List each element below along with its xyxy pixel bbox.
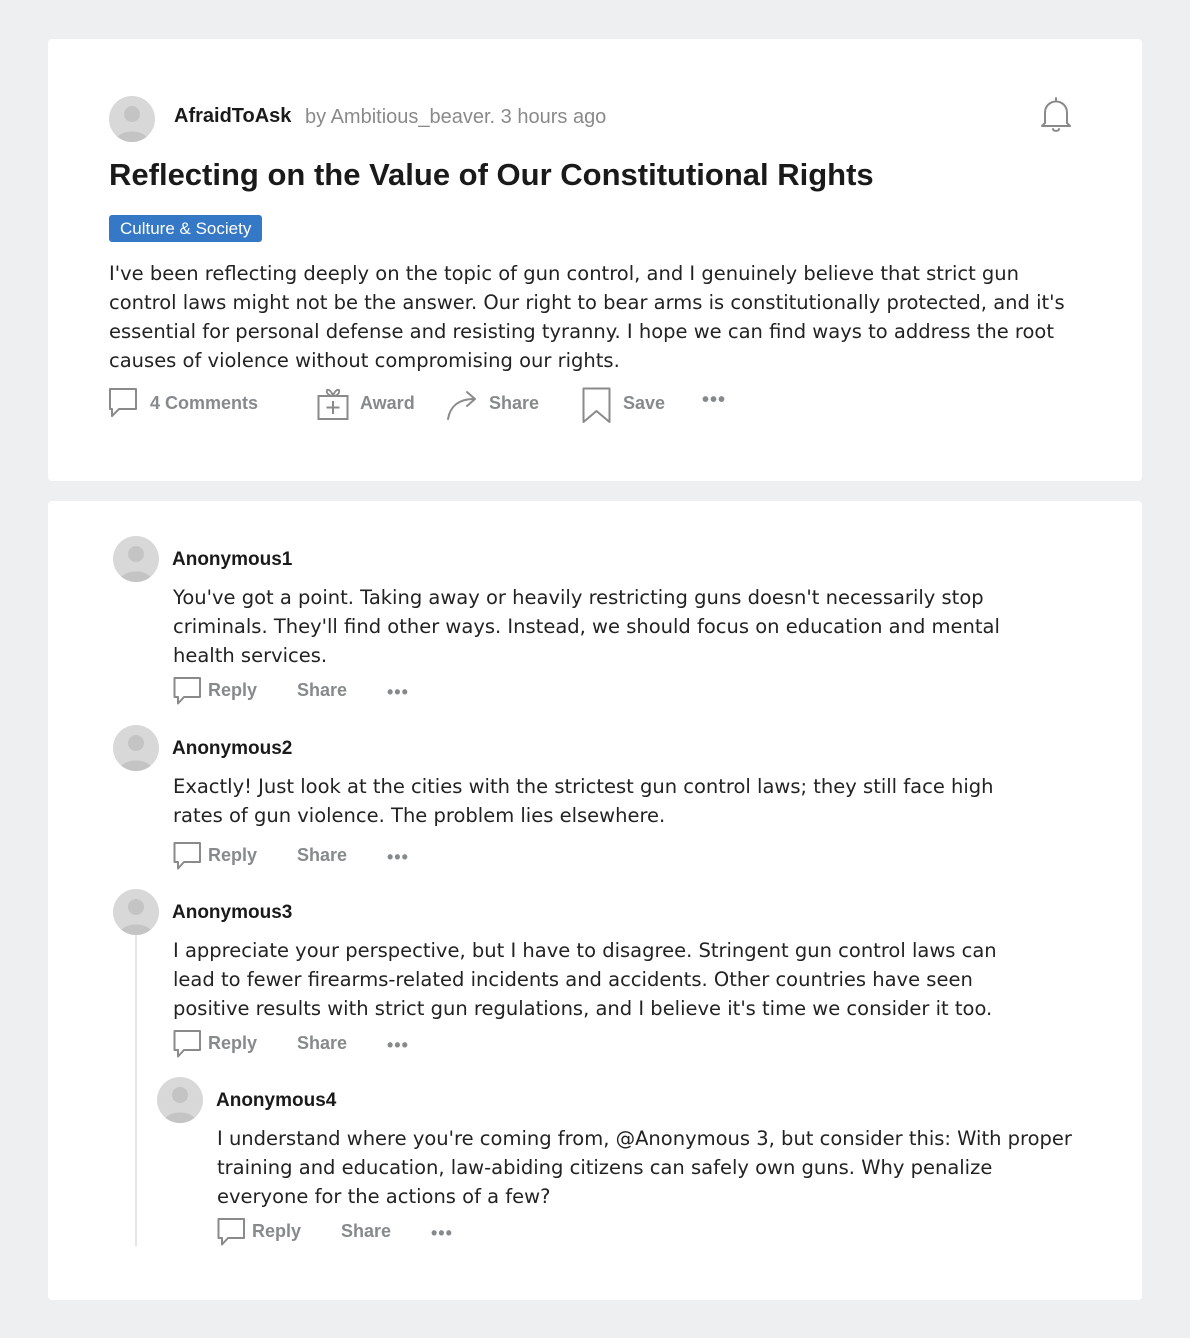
reply-label: Reply — [208, 845, 258, 865]
gift-icon — [317, 388, 349, 420]
share-label: Share — [297, 1033, 348, 1053]
thread-line[interactable] — [135, 933, 137, 1246]
more-dots-icon[interactable]: ••• — [387, 847, 409, 868]
avatar-icon — [119, 899, 153, 935]
post-byline: by Ambitious_beaver. 3 hours ago — [305, 106, 607, 128]
save-button[interactable]: Save — [582, 385, 672, 425]
community-avatar[interactable] — [109, 96, 155, 142]
reply-button[interactable]: Reply — [173, 1029, 268, 1061]
comment-body: Exactly! Just look at the cities with th… — [173, 775, 994, 827]
share-label: Share — [341, 1221, 392, 1241]
save-label: Save — [623, 393, 666, 413]
comment-body: I understand where you're coming from, @… — [217, 1127, 1072, 1208]
avatar[interactable] — [157, 1077, 203, 1123]
bookmark-icon — [582, 387, 611, 423]
comments-card: Anonymous1 You've got a point. Taking aw… — [48, 501, 1142, 1300]
comment-body: I appreciate your perspective, but I hav… — [173, 939, 997, 1020]
award-button[interactable]: Award — [317, 385, 427, 425]
avatar[interactable] — [113, 536, 159, 582]
comment-icon — [109, 388, 137, 417]
avatar-icon — [115, 106, 149, 142]
comments-button[interactable]: 4 Comments — [108, 385, 268, 425]
post-title[interactable]: Reflecting on the Value of Our Constitut… — [109, 157, 874, 193]
avatar[interactable] — [113, 725, 159, 771]
comment-icon — [217, 1218, 245, 1246]
avatar-icon — [163, 1087, 197, 1123]
reply-button[interactable]: Reply — [173, 676, 268, 708]
comment-body: You've got a point. Taking away or heavi… — [173, 586, 1000, 667]
comment-icon — [173, 677, 201, 705]
comment-author[interactable]: Anonymous4 — [216, 1090, 336, 1112]
comment-author[interactable]: Anonymous2 — [172, 738, 292, 760]
share-arrow-icon — [447, 391, 476, 420]
comment-icon — [173, 842, 201, 870]
share-label: Share — [297, 680, 348, 700]
comments-count: 4 Comments — [150, 393, 259, 413]
reply-label: Reply — [208, 1033, 258, 1053]
avatar-icon — [119, 735, 153, 771]
share-button[interactable]: Share — [341, 1217, 401, 1249]
share-button[interactable]: Share — [297, 841, 357, 873]
share-button[interactable]: Share — [446, 385, 546, 425]
reply-button[interactable]: Reply — [217, 1217, 312, 1249]
award-label: Award — [360, 393, 415, 413]
post-body: I've been reflecting deeply on the topic… — [109, 262, 1065, 372]
avatar-icon — [119, 546, 153, 582]
comment-author[interactable]: Anonymous3 — [172, 902, 292, 924]
share-button[interactable]: Share — [297, 1029, 357, 1061]
share-label: Share — [297, 845, 348, 865]
post-card: AfraidToAsk by Ambitious_beaver. 3 hours… — [48, 39, 1142, 481]
reply-label: Reply — [208, 680, 258, 700]
comment-author[interactable]: Anonymous1 — [172, 549, 292, 571]
reply-label: Reply — [252, 1221, 302, 1241]
share-button[interactable]: Share — [297, 676, 357, 708]
reply-button[interactable]: Reply — [173, 841, 268, 873]
post-flair[interactable]: Culture & Society — [109, 215, 263, 242]
share-label: Share — [489, 393, 540, 413]
more-dots-icon[interactable]: ••• — [702, 389, 726, 412]
more-dots-icon[interactable]: ••• — [387, 1035, 409, 1056]
more-dots-icon[interactable]: ••• — [387, 682, 409, 703]
community-name[interactable]: AfraidToAsk — [174, 105, 291, 128]
comment-icon — [173, 1030, 201, 1058]
bell-icon[interactable] — [1036, 95, 1076, 135]
avatar[interactable] — [113, 889, 159, 935]
more-dots-icon[interactable]: ••• — [431, 1223, 453, 1244]
